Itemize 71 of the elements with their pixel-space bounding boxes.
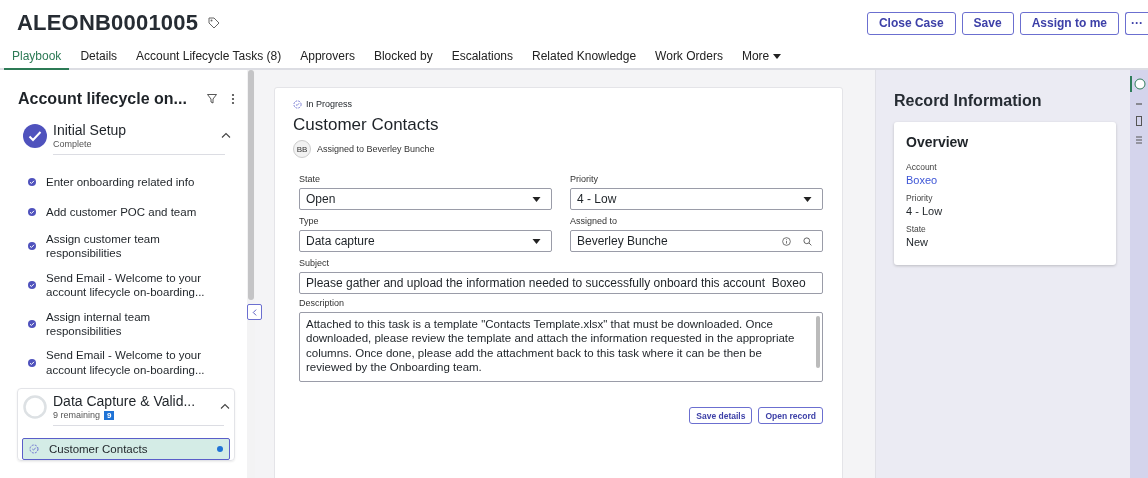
- task-item[interactable]: Assign internal team responsibilities: [18, 304, 235, 344]
- more-icon[interactable]: [231, 93, 235, 105]
- tab[interactable]: Work Orders: [647, 46, 731, 70]
- dropdown-field[interactable]: Data capture: [299, 230, 552, 252]
- field-label: Account: [906, 162, 938, 172]
- document-icon[interactable]: [1136, 116, 1142, 126]
- progress-icon: [293, 99, 302, 109]
- tab[interactable]: More: [733, 46, 790, 70]
- task-item[interactable]: Customer Contacts: [22, 438, 230, 460]
- filter-icon[interactable]: [207, 94, 217, 104]
- stage-title: Data Capture & Valid...: [53, 393, 197, 409]
- tab[interactable]: Approvers: [292, 46, 363, 70]
- scrollbar-thumb[interactable]: [248, 70, 254, 300]
- subject-field[interactable]: Please gather and upload the information needed to successfully onboard this account Boxeo: [299, 272, 823, 294]
- lookup-field[interactable]: Beverley Bunche: [570, 230, 823, 252]
- record-number: ALEONB0001005: [17, 10, 199, 36]
- description-field[interactable]: Attached to this task is a template "Contacts Template.xlsx" that must be downloaded. Once downloaded, please review the template and attach the information requested in the appropriate columns. Once done, please add the attachment back to this task where it can be then be reviewed by the Onboarding team.: [299, 312, 823, 382]
- task-status: In Progress: [306, 99, 353, 109]
- dropdown-field[interactable]: Open: [299, 188, 552, 210]
- task-item[interactable]: Send Email - Welcome to your account lifecycle on-boarding...: [18, 265, 235, 305]
- task-title: Customer Contacts: [293, 115, 440, 135]
- header-button[interactable]: Save: [961, 11, 1014, 35]
- field-label: State: [906, 224, 927, 234]
- collapse-panel-button[interactable]: [247, 304, 262, 320]
- assignment-text: Assigned to Beverley Bunche: [317, 144, 435, 154]
- avatar: BB: [293, 140, 311, 158]
- collapse-chevron-icon[interactable]: [221, 132, 231, 138]
- field-label: Description: [299, 298, 346, 308]
- header-button[interactable]: Close Case: [866, 11, 956, 35]
- tab[interactable]: Blocked by: [365, 46, 441, 70]
- count-badge: 9: [104, 410, 115, 420]
- dropdown-field[interactable]: 4 - Low: [570, 188, 823, 210]
- caret-icon: [532, 196, 541, 202]
- field-value: New: [906, 236, 929, 248]
- caret-icon: [803, 196, 812, 202]
- field-label: Assigned to: [570, 216, 619, 226]
- tab[interactable]: Playbook: [4, 46, 70, 70]
- field-label: Priority: [906, 193, 934, 203]
- field-label: State: [299, 174, 321, 184]
- action-button[interactable]: Open record: [758, 407, 823, 424]
- field-label: Type: [299, 216, 320, 226]
- collapse-chevron-icon[interactable]: [220, 403, 230, 409]
- tab[interactable]: Account Lifecycle Tasks (8): [128, 46, 290, 70]
- task-item[interactable]: Enter onboarding related info: [18, 167, 235, 197]
- stage-status: 9 remaining: [53, 410, 101, 420]
- task-item[interactable]: Assign customer team responsibilities: [18, 227, 235, 266]
- field-label: Priority: [570, 174, 599, 184]
- playbook-title: Account lifecycle on...: [18, 90, 188, 108]
- action-button[interactable]: Save details: [689, 407, 753, 424]
- tab[interactable]: Details: [72, 46, 126, 70]
- scrollbar-thumb[interactable]: [816, 316, 820, 368]
- tab[interactable]: Related Knowledge: [524, 46, 645, 70]
- task-item[interactable]: Send Email - Welcome to your account lifecycle on-boarding...: [18, 343, 235, 382]
- card-title: Overview: [906, 134, 970, 150]
- chevron-left-icon: [252, 308, 257, 316]
- task-item[interactable]: Add customer POC and team: [18, 197, 235, 227]
- tab[interactable]: Escalations: [443, 46, 521, 70]
- field-value: 4 - Low: [906, 205, 944, 217]
- header-button[interactable]: Assign to me: [1019, 11, 1119, 35]
- account-link[interactable]: Boxeo: [906, 174, 1104, 186]
- search-icon[interactable]: [803, 236, 812, 246]
- stage-title: Initial Setup: [53, 122, 128, 138]
- caret-icon: [532, 238, 541, 244]
- tag-icon[interactable]: [208, 17, 221, 29]
- stage-status: Complete: [53, 139, 92, 149]
- panel-title: Record Information: [894, 92, 1043, 110]
- caret-icon: [773, 54, 782, 59]
- header-button[interactable]: ···: [1125, 11, 1148, 35]
- field-label: Subject: [299, 258, 331, 268]
- status-dot: [217, 446, 223, 452]
- info-icon[interactable]: [782, 236, 791, 246]
